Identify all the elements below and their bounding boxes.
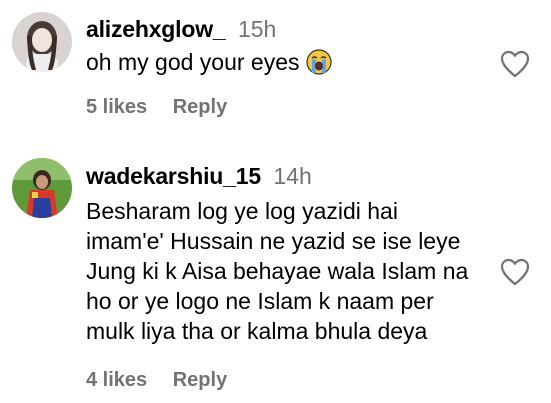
comment-2: wadekarshiu_15 14h Besharam log ye log y… — [0, 140, 551, 403]
comment-meta: 5 likes Reply — [86, 96, 227, 119]
username[interactable]: wadekarshiu_15 — [86, 163, 261, 189]
comment-header: wadekarshiu_15 14h — [86, 163, 312, 190]
comment-text-line: imam'e' Hussain ne yazid se ise leye — [86, 228, 461, 254]
loudly-crying-face-emoji — [305, 49, 332, 75]
profile-photo-avatar — [12, 158, 72, 218]
profile-photo-avatar — [12, 12, 72, 72]
comment-1: alizehxglow_ 15h oh my god your eyes 5 l… — [0, 0, 551, 140]
comment-meta: 4 likes Reply — [86, 369, 227, 392]
avatar[interactable] — [12, 12, 72, 72]
timestamp[interactable]: 14h — [273, 163, 311, 189]
heart-outline-icon[interactable] — [500, 258, 530, 286]
avatar[interactable] — [12, 158, 72, 218]
username[interactable]: alizehxglow_ — [86, 16, 226, 42]
comment-header: alizehxglow_ 15h — [86, 16, 276, 43]
comment-text-line: ho or ye logo ne Islam k naam per — [86, 288, 434, 314]
likes-count[interactable]: 5 likes — [86, 96, 147, 118]
comment-text: oh my god your eyes — [86, 47, 506, 77]
heart-outline-icon[interactable] — [500, 50, 530, 78]
comment-text-line: oh my god your eyes — [86, 47, 506, 77]
comment-text-line: Jung ki k Aisa behayae wala Islam na — [86, 258, 469, 284]
comment-text-line: mulk liya tha or kalma bhula deya — [86, 318, 428, 344]
comment-text: Besharam log ye log yazidi hai imam'e' H… — [86, 196, 506, 346]
comment-text-line: Besharam log ye log yazidi hai — [86, 198, 398, 224]
likes-count[interactable]: 4 likes — [86, 369, 147, 391]
reply-button[interactable]: Reply — [173, 96, 227, 118]
comment-text-segment: oh my god your eyes — [86, 49, 300, 75]
timestamp[interactable]: 15h — [238, 16, 276, 42]
reply-button[interactable]: Reply — [173, 369, 227, 391]
